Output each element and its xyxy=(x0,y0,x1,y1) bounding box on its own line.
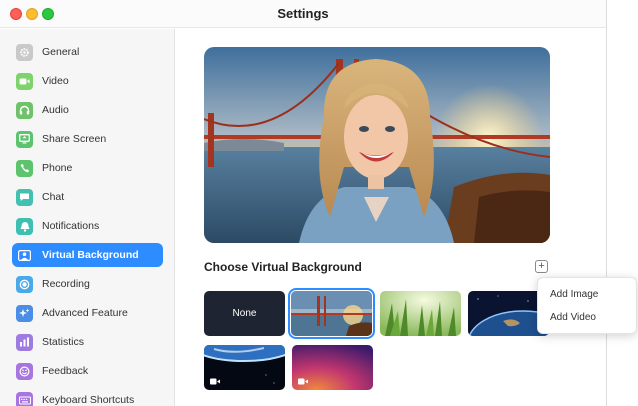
sidebar-item-chat[interactable]: Chat xyxy=(12,185,163,209)
sidebar-item-keyboard-shortcuts[interactable]: Keyboard Shortcuts xyxy=(12,388,163,406)
add-image-menu-item[interactable]: Add Image xyxy=(550,289,598,300)
sidebar-item-label: Keyboard Shortcuts xyxy=(42,394,135,406)
window-title: Settings xyxy=(277,6,329,21)
video-icon xyxy=(298,378,308,385)
sidebar-item-label: Share Screen xyxy=(42,133,107,145)
main-panel: Choose Virtual Background + None xyxy=(176,29,606,406)
sidebar-item-label: Feedback xyxy=(42,365,89,377)
sidebar-item-virtual-background[interactable]: Virtual Background xyxy=(12,243,163,267)
sidebar-item-label: Video xyxy=(42,75,69,87)
add-background-menu: Add Image Add Video xyxy=(537,277,637,334)
sidebar-item-label: Phone xyxy=(42,162,73,174)
add-video-menu-item[interactable]: Add Video xyxy=(550,312,596,323)
background-window xyxy=(606,0,638,406)
chat-icon xyxy=(16,188,33,206)
background-thumb-grass[interactable] xyxy=(380,291,461,336)
sidebar-item-label: Statistics xyxy=(42,336,85,348)
phone-icon xyxy=(16,159,33,177)
chart-icon xyxy=(16,333,33,351)
section-title: Choose Virtual Background xyxy=(204,260,362,274)
sidebar-item-notifications[interactable]: Notifications xyxy=(12,214,163,238)
sparkle-icon xyxy=(16,304,33,322)
sidebar-item-label: Chat xyxy=(42,191,65,203)
add-background-button[interactable]: + xyxy=(535,260,548,273)
background-thumb-golden-gate[interactable] xyxy=(288,288,375,339)
keyboard-icon xyxy=(16,391,33,406)
sidebar: General Video Audio Share Screen Phone C… xyxy=(0,29,175,406)
sidebar-item-recording[interactable]: Recording xyxy=(12,272,163,296)
title-bar: Settings xyxy=(0,0,606,28)
sidebar-item-general[interactable]: General xyxy=(12,40,163,64)
sidebar-item-label: Recording xyxy=(42,278,90,290)
record-icon xyxy=(16,275,33,293)
person-icon xyxy=(16,247,33,264)
sidebar-item-label: Virtual Background xyxy=(42,249,139,261)
video-icon xyxy=(210,378,220,385)
sidebar-item-label: Notifications xyxy=(42,220,100,232)
sidebar-item-feedback[interactable]: Feedback xyxy=(12,359,163,383)
bell-icon xyxy=(16,217,33,235)
sidebar-item-phone[interactable]: Phone xyxy=(12,156,163,180)
sidebar-item-share-screen[interactable]: Share Screen xyxy=(12,127,163,151)
background-thumb-earth-horizon[interactable] xyxy=(204,345,285,390)
gear-icon xyxy=(16,43,33,61)
sidebar-item-audio[interactable]: Audio xyxy=(12,98,163,122)
camera-icon xyxy=(16,72,33,90)
background-thumb-purple[interactable] xyxy=(292,345,373,390)
settings-window: Settings General Video Audio Share Scree… xyxy=(0,0,607,406)
sidebar-item-advanced-feature[interactable]: Advanced Feature xyxy=(12,301,163,325)
background-thumb-none[interactable]: None xyxy=(204,291,285,336)
share-screen-icon xyxy=(16,130,33,148)
background-preview xyxy=(204,47,550,243)
sidebar-item-label: Audio xyxy=(42,104,69,116)
sidebar-item-label: General xyxy=(42,46,80,58)
thumb-label: None xyxy=(232,308,257,319)
smiley-icon xyxy=(16,362,33,380)
sidebar-item-label: Advanced Feature xyxy=(42,307,128,319)
sidebar-item-video[interactable]: Video xyxy=(12,69,163,93)
sidebar-item-statistics[interactable]: Statistics xyxy=(12,330,163,354)
headphones-icon xyxy=(16,101,33,119)
